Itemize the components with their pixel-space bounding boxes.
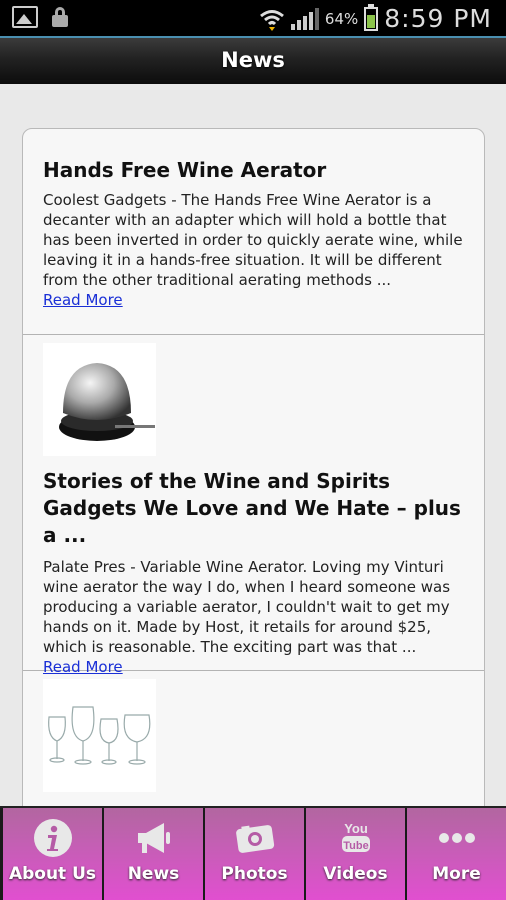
- tab-label: More: [432, 864, 481, 884]
- tab-label: About Us: [8, 864, 97, 884]
- news-item[interactable]: Stories of the Wine and Spirits Gadgets …: [23, 335, 484, 676]
- article-thumbnail[interactable]: [43, 679, 156, 792]
- image-notification-icon: [12, 6, 38, 28]
- tab-label: Photos: [221, 864, 288, 884]
- status-bar: 64% 8:59 PM: [0, 0, 506, 36]
- tab-photos[interactable]: Photos: [205, 808, 304, 900]
- wine-aerator-image: [43, 343, 156, 456]
- battery-percent: 64%: [324, 9, 359, 28]
- news-item-summary: Coolest Gadgets - The Hands Free Wine Ae…: [43, 191, 463, 289]
- tab-videos[interactable]: You Tube Videos: [306, 808, 405, 900]
- youtube-icon: You Tube: [341, 821, 370, 852]
- news-item-title[interactable]: Hands Free Wine Aerator: [43, 157, 464, 184]
- news-item[interactable]: Hands Free Wine Aerator Coolest Gadgets …: [23, 129, 484, 335]
- camera-icon: [235, 825, 274, 853]
- tab-label: News: [127, 864, 180, 884]
- tab-news[interactable]: News: [104, 808, 203, 900]
- news-list-card: Hands Free Wine Aerator Coolest Gadgets …: [22, 128, 485, 806]
- bottom-tab-bar: About Us News Photos You Tube Videos Mor…: [0, 806, 506, 900]
- info-icon: [33, 819, 72, 857]
- signal-strength-icon: [290, 7, 319, 30]
- news-feed[interactable]: Hands Free Wine Aerator Coolest Gadgets …: [0, 84, 506, 806]
- wifi-icon: [259, 9, 284, 31]
- page-title: News: [221, 48, 285, 72]
- app-header: News: [0, 36, 506, 84]
- more-dots-icon: [438, 833, 475, 843]
- clock: 8:59 PM: [384, 4, 492, 33]
- wine-glasses-image: [43, 679, 156, 792]
- tab-more[interactable]: More: [407, 808, 506, 900]
- megaphone-icon: [137, 823, 170, 853]
- news-item[interactable]: [23, 671, 484, 806]
- battery-icon: [364, 3, 379, 31]
- article-thumbnail[interactable]: [43, 343, 156, 456]
- read-more-link[interactable]: Read More: [43, 290, 123, 310]
- lock-icon: [52, 7, 68, 27]
- tab-about-us[interactable]: About Us: [3, 808, 102, 900]
- svg-text:Tube: Tube: [343, 840, 368, 852]
- news-item-summary: Palate Pres - Variable Wine Aerator. Lov…: [43, 558, 451, 656]
- news-item-title[interactable]: Stories of the Wine and Spirits Gadgets …: [43, 468, 464, 549]
- tab-label: Videos: [323, 864, 388, 884]
- svg-text:You: You: [344, 821, 368, 836]
